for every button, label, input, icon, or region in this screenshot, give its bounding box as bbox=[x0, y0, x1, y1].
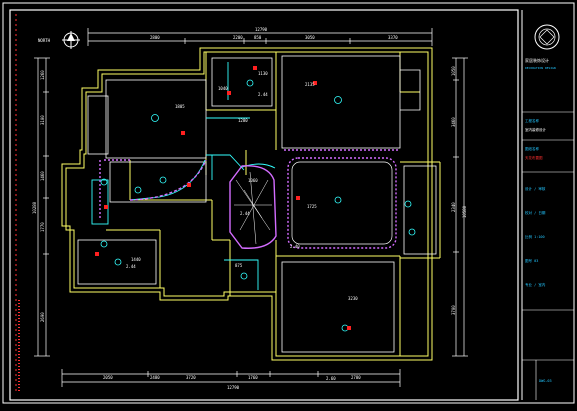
dim-top-seg2: 2200 bbox=[233, 35, 243, 40]
room-label-1: 1805 bbox=[175, 104, 185, 109]
titleblock-drawing-value: 天花布置图 bbox=[525, 155, 543, 160]
ceiling-plan-drawing: NORTH 12790 2800 2200 850 3050 3370 2050… bbox=[2, 2, 575, 404]
dim-right-seg4: 3700 bbox=[451, 305, 456, 315]
dim-bottom-seg2: 2480 bbox=[150, 375, 160, 380]
dim-right-seg1: 1050 bbox=[451, 66, 456, 76]
room-label-10: 1060 bbox=[248, 178, 258, 183]
room-label-9: 875 bbox=[235, 263, 243, 268]
dim-bottom-seg3: 3720 bbox=[186, 375, 196, 380]
dim-left-seg2: 3100 bbox=[40, 115, 45, 125]
titleblock-row-3: 比例 1:100 bbox=[525, 234, 545, 239]
dim-left-seg1: 1260 bbox=[40, 70, 45, 80]
level-label-3: 2.40 bbox=[290, 244, 300, 249]
titleblock-project-label: 工程名称 bbox=[525, 118, 539, 123]
dim-top-seg5: 3370 bbox=[388, 35, 398, 40]
dim-bottom-seg5: 2780 bbox=[351, 375, 361, 380]
room-label-7: 1130 bbox=[258, 71, 268, 76]
room-label-3: 1280 bbox=[238, 118, 248, 123]
dim-right-total: 10580 bbox=[462, 205, 467, 218]
dim-bottom-total: 12790 bbox=[227, 385, 240, 390]
dim-left-seg5: 2690 bbox=[40, 312, 45, 322]
titleblock-row-1: 设计 / 审核 bbox=[525, 186, 546, 191]
dim-top-seg1: 2800 bbox=[150, 35, 160, 40]
dim-right-seg3: 2340 bbox=[451, 202, 456, 212]
titleblock-row-5: 专业 / 室内 bbox=[525, 282, 546, 287]
room-label-4: 1725 bbox=[307, 204, 317, 209]
titleblock-drawing-label: 图纸名称 bbox=[525, 146, 539, 151]
level-label-4: 2.44 bbox=[240, 211, 250, 216]
room-label-2: 2135 bbox=[305, 82, 315, 87]
sheet-outer-border bbox=[2, 2, 575, 404]
titleblock-company: 家居装饰设计 bbox=[525, 57, 549, 63]
ceiling-outlines bbox=[77, 55, 437, 353]
level-label-1: 2.44 bbox=[258, 92, 268, 97]
light-fixtures bbox=[100, 79, 416, 332]
dim-left-seg4: 1770 bbox=[40, 222, 45, 232]
dim-left-seg3: 1460 bbox=[40, 171, 45, 181]
dim-bottom-seg1: 2050 bbox=[103, 375, 113, 380]
red-markers bbox=[95, 66, 351, 330]
titleblock-row-4: 图号 03 bbox=[525, 258, 538, 263]
north-label: NORTH bbox=[38, 38, 51, 43]
company-logo-icon bbox=[534, 24, 560, 50]
dim-bottom-seg4: 1760 bbox=[248, 375, 258, 380]
cyan-partitions bbox=[91, 62, 276, 290]
titleblock-project-value: 室内装修设计 bbox=[525, 127, 546, 132]
dim-left-total: 10280 bbox=[32, 201, 37, 214]
titleblock-company-en: DECORATION DESIGN bbox=[525, 66, 556, 70]
level-label-2: 2.44 bbox=[126, 264, 136, 269]
room-label-8: 1040 bbox=[218, 86, 228, 91]
room-label-5: 1440 bbox=[131, 257, 141, 262]
north-arrow-icon bbox=[62, 31, 80, 49]
titleblock-footer: DWG-03 bbox=[539, 379, 552, 383]
walls bbox=[61, 47, 441, 361]
dim-right-seg2: 3460 bbox=[451, 117, 456, 127]
cad-drawing-canvas: NORTH 12790 2800 2200 850 3050 3370 2050… bbox=[0, 0, 577, 407]
level-label-5: 2.60 bbox=[326, 376, 336, 381]
dim-top-seg4: 3050 bbox=[305, 35, 315, 40]
titleblock-row-2: 校对 / 日期 bbox=[525, 210, 546, 215]
dim-top-seg3: 850 bbox=[254, 35, 262, 40]
room-label-6: 3230 bbox=[348, 296, 358, 301]
dim-top-total: 12790 bbox=[255, 27, 268, 32]
